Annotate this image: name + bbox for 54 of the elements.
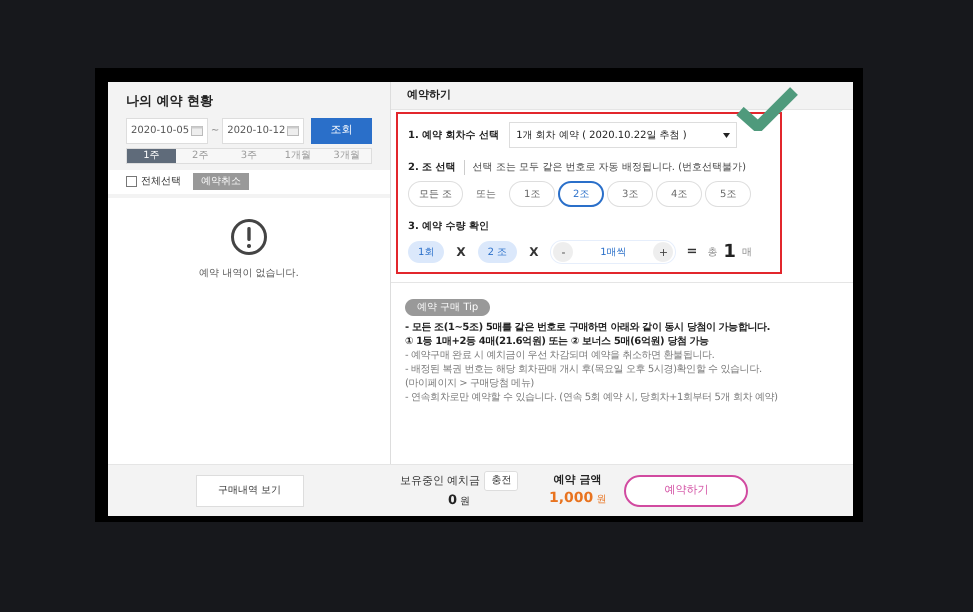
calendar-icon[interactable] — [190, 125, 203, 136]
calendar-icon[interactable] — [287, 125, 300, 136]
or-text: 또는 — [475, 188, 498, 202]
group-option[interactable]: 1조 — [509, 181, 556, 207]
empty-message: 예약 내역이 없습니다. — [199, 266, 299, 280]
tip-line: - 연속회차로만 예약할 수 있습니다. (연속 5회 예약 시, 당회차+1회부터 5개 회차 예약) — [405, 391, 779, 405]
step-label: 3. 예약 수량 확인 — [408, 220, 490, 234]
search-button[interactable]: 조회 — [311, 118, 372, 144]
panel-title: 나의 예약 현황 — [126, 93, 214, 111]
multiply-sign: X — [455, 244, 467, 261]
plus-button[interactable]: + — [653, 242, 674, 262]
rounds-pill: 1회 — [408, 241, 444, 263]
all-groups-button[interactable]: 모든 조 — [408, 181, 464, 207]
amount-label: 예약 금액 — [554, 472, 602, 488]
group-count-pill: 2 조 — [478, 241, 518, 263]
group-option[interactable]: 3조 — [607, 181, 654, 207]
total-unit: 매 — [742, 246, 752, 260]
minus-button[interactable]: - — [553, 242, 574, 262]
step-label: 2. 조 선택 — [408, 161, 456, 175]
warning-icon — [230, 218, 268, 256]
deposit-label: 보유중인 예치금 — [400, 472, 480, 488]
period-tab[interactable]: 1주 — [127, 148, 176, 162]
start-date-field[interactable]: 2020-10-05 — [126, 118, 208, 144]
select-all-label: 전체선택 — [141, 175, 181, 189]
end-date-field[interactable]: 2020-10-12 — [222, 118, 304, 144]
reserve-header: 예약하기 — [391, 82, 853, 110]
multiply-sign: X — [528, 244, 540, 261]
group-option[interactable]: 4조 — [656, 181, 702, 207]
amount-unit: 원 — [596, 493, 606, 508]
charge-button[interactable]: 충전 — [484, 470, 518, 491]
tip-line: - 배정된 복권 번호는 해당 회차판매 개시 후(목요일 오후 5시경)확인할 수 있습니다. — [405, 363, 763, 377]
tip-line: - 모든 조(1~5조) 5매를 같은 번호로 구매하면 아래와 같이 동시 당첨이 가능합니다. — [405, 321, 772, 335]
tip-line: ① 1등 1매+2등 4매(21.6억원) 또는 ② 보너스 5매(6억원) 당첨 가능 — [405, 335, 710, 349]
tip-line: (마이페이지 > 구매당첨 메뉴) — [405, 377, 535, 391]
caret-icon — [723, 132, 730, 138]
deposit-amount: 0 — [448, 492, 458, 510]
group-option[interactable]: 2조 — [558, 181, 604, 207]
step-label: 1. 예약 회차수 선택 — [408, 128, 500, 142]
select-all-checkbox[interactable] — [126, 176, 137, 187]
tip-line: - 예약구매 완료 시 예치금이 우선 차감되며 예약을 취소하면 환불됩니다. — [405, 349, 716, 363]
total-count: 1 — [723, 243, 736, 261]
date-separator: ~ — [210, 124, 220, 138]
group-option[interactable]: 5조 — [705, 181, 752, 207]
quantity-value: 1매씩 — [600, 246, 627, 260]
round-dropdown[interactable]: 1개 회차 예약 ( 2020.10.22일 추첨 ) — [509, 122, 738, 148]
reserve-button[interactable]: 예약하기 — [624, 474, 748, 506]
reservation-amount: 1,000 — [549, 489, 594, 508]
equals-sign: = — [685, 243, 698, 262]
deposit-unit: 원 — [460, 494, 470, 509]
group-hint: 선택 조는 모두 같은 번호로 자동 배정됩니다. (번호선택불가) — [464, 160, 746, 175]
check-icon — [736, 85, 798, 131]
tip-badge: 예약 구매 Tip — [405, 299, 490, 316]
history-button[interactable]: 구매내역 보기 — [196, 474, 304, 506]
total-prefix: 총 — [707, 246, 718, 260]
